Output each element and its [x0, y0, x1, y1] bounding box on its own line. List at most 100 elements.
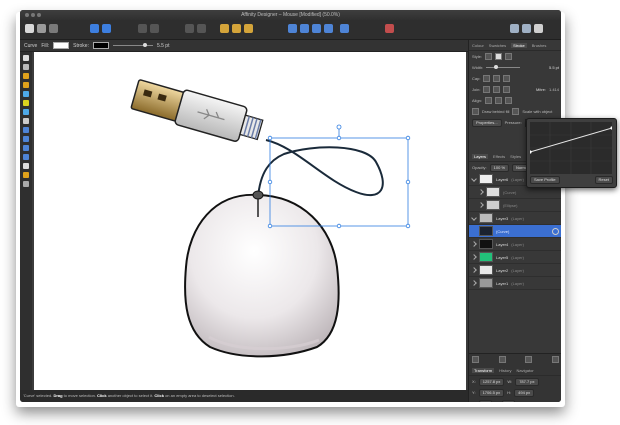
zoom-window-button[interactable] — [37, 13, 41, 17]
document-page[interactable] — [34, 52, 466, 390]
tab-colour[interactable]: Colour — [472, 43, 484, 48]
solid-stroke-icon[interactable] — [495, 53, 503, 60]
scale-checkbox[interactable] — [512, 108, 520, 115]
resize-handle[interactable] — [336, 223, 342, 229]
close-window-button[interactable] — [25, 13, 29, 17]
opacity-field[interactable]: 100 % — [489, 163, 510, 172]
title-bar[interactable]: Affinity Designer – Mouse [Modified] (50… — [20, 10, 561, 20]
tab-navigator[interactable]: Navigator — [517, 368, 534, 373]
rotate-handle[interactable] — [336, 124, 342, 130]
stroke-swatch[interactable] — [92, 42, 109, 49]
width-value[interactable]: 5.5 pt — [549, 65, 559, 70]
resize-handle[interactable] — [405, 135, 411, 141]
fx-icon[interactable] — [525, 356, 533, 363]
draw-persona-icon[interactable] — [25, 24, 34, 33]
draw-behind-checkbox[interactable] — [472, 108, 479, 115]
zoom-tool-icon[interactable] — [23, 181, 29, 187]
snapping-icon[interactable] — [102, 24, 111, 33]
butt-cap-icon[interactable] — [483, 75, 491, 82]
stroke-width-value[interactable]: 5.5 pt — [157, 43, 170, 49]
reset-button[interactable]: Reset — [594, 176, 613, 184]
resize-handle[interactable] — [267, 179, 273, 185]
stroke-width-slider[interactable] — [112, 43, 153, 47]
layer-row[interactable]: Layer3 (Layer) — [469, 212, 561, 225]
insert-artboard-icon[interactable] — [232, 24, 241, 33]
insert-object-icon[interactable] — [220, 24, 229, 33]
align-center-icon[interactable] — [300, 24, 309, 33]
curve-node[interactable] — [530, 150, 532, 154]
assistant-icon[interactable] — [510, 24, 519, 33]
expand-chevron-icon[interactable] — [471, 241, 477, 247]
expand-chevron-icon[interactable] — [478, 189, 484, 195]
arrange-forward-icon[interactable] — [197, 24, 206, 33]
resize-handle[interactable] — [405, 223, 411, 229]
flip-icon[interactable] — [385, 24, 394, 33]
align-center-icon[interactable] — [495, 97, 503, 104]
save-profile-button[interactable]: Save Profile — [530, 176, 560, 184]
tab-swatches[interactable]: Swatches — [489, 43, 506, 48]
brush-tool-icon[interactable] — [23, 91, 29, 97]
resize-handle[interactable] — [267, 223, 273, 229]
move-tool-icon[interactable] — [23, 55, 29, 61]
usb-plug[interactable] — [130, 77, 265, 147]
expand-chevron-icon[interactable] — [478, 202, 484, 208]
rounded-rect-tool-icon[interactable] — [23, 145, 29, 151]
gradient-tool-icon[interactable] — [23, 109, 29, 115]
crop-tool-icon[interactable] — [23, 118, 29, 124]
mitre-value[interactable]: 1.414 — [549, 87, 559, 92]
shear-field[interactable]: 0 ° — [501, 399, 515, 402]
rotation-field[interactable]: 0 ° — [479, 399, 492, 402]
square-cap-icon[interactable] — [503, 75, 511, 82]
preferences-icon[interactable] — [522, 24, 531, 33]
pressure-graph[interactable] — [530, 122, 612, 174]
layer-row-selected[interactable]: (Curve) — [469, 225, 561, 238]
expand-chevron-icon[interactable] — [471, 254, 477, 260]
fill-tool-icon[interactable] — [23, 100, 29, 106]
resize-handle[interactable] — [405, 179, 411, 185]
expand-chevron-icon[interactable] — [471, 176, 477, 182]
y-field[interactable]: 1706.5 px — [478, 388, 505, 397]
document-setup-icon[interactable] — [90, 24, 99, 33]
tab-styles[interactable]: Styles — [510, 154, 521, 159]
layer-row[interactable]: Layer1 (Layer) — [469, 277, 561, 290]
view-quality-icon[interactable] — [150, 24, 159, 33]
rectangle-tool-icon[interactable] — [23, 127, 29, 133]
trash-icon[interactable] — [551, 356, 559, 363]
pen-tool-icon[interactable] — [23, 73, 29, 79]
tab-effects[interactable]: Effects — [493, 154, 505, 159]
resize-handle[interactable] — [336, 135, 342, 141]
width-slider[interactable] — [486, 65, 521, 69]
tab-stroke[interactable]: Stroke — [511, 43, 527, 48]
text-tool-icon[interactable] — [23, 163, 29, 169]
round-cap-icon[interactable] — [493, 75, 501, 82]
pencil-tool-icon[interactable] — [23, 82, 29, 88]
fullscreen-icon[interactable] — [534, 24, 543, 33]
no-stroke-icon[interactable] — [485, 53, 493, 60]
window-controls[interactable] — [25, 13, 43, 19]
shape-tool-icon[interactable] — [23, 154, 29, 160]
hand-tool-icon[interactable] — [23, 172, 29, 178]
view-mode-icon[interactable] — [138, 24, 147, 33]
expand-chevron-icon[interactable] — [471, 267, 477, 273]
fill-swatch[interactable] — [53, 42, 70, 49]
w-field[interactable]: 787.7 px — [515, 377, 539, 386]
x-field[interactable]: 1257.8 px — [478, 377, 505, 386]
h-field[interactable]: 494 px — [514, 388, 535, 397]
align-left-icon[interactable] — [288, 24, 297, 33]
round-join-icon[interactable] — [493, 86, 501, 93]
align-inside-icon[interactable] — [485, 97, 493, 104]
node-tool-icon[interactable] — [23, 64, 29, 70]
mouse-cable[interactable] — [257, 139, 384, 199]
geometry-icon[interactable] — [340, 24, 349, 33]
minimize-window-button[interactable] — [31, 13, 35, 17]
curve-node[interactable] — [610, 126, 612, 130]
visibility-toggle[interactable] — [552, 228, 559, 235]
add-layer-icon[interactable] — [472, 356, 479, 363]
bevel-join-icon[interactable] — [503, 86, 511, 93]
expand-chevron-icon[interactable] — [471, 215, 477, 221]
insert-text-icon[interactable] — [244, 24, 253, 33]
tab-history[interactable]: History — [499, 368, 511, 373]
pixel-persona-icon[interactable] — [37, 24, 46, 33]
align-outside-icon[interactable] — [505, 97, 513, 104]
layer-row[interactable]: Layer5 (Layer) — [469, 251, 561, 264]
